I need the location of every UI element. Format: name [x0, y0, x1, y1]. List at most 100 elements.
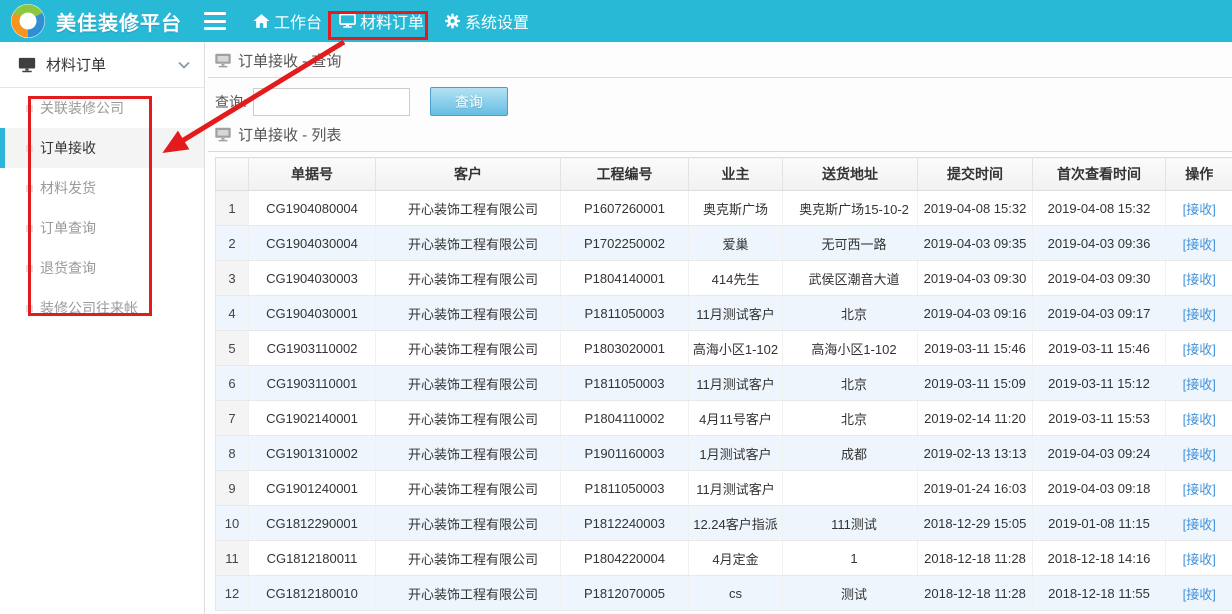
cell-first_view_time: 2019-04-08 15:32: [1033, 191, 1166, 226]
cell-customer: 开心装饰工程有限公司: [376, 261, 561, 296]
cell-submit_time: 2018-12-18 11:28: [918, 541, 1033, 576]
cell-no: 12: [216, 576, 249, 611]
receive-link[interactable]: [接收]: [1183, 377, 1216, 392]
cell-first_view_time: 2019-04-03 09:17: [1033, 296, 1166, 331]
nav-item-system-settings[interactable]: 系统设置: [444, 9, 529, 33]
nav-item-material-orders[interactable]: 材料订单: [339, 9, 424, 33]
cell-first_view_time: 2019-04-03 09:36: [1033, 226, 1166, 261]
page: 美佳装修平台 工作台 材料订单: [0, 0, 1232, 614]
receive-link[interactable]: [接收]: [1183, 587, 1216, 602]
cell-project_no: P1702250002: [561, 226, 689, 261]
nav-item-workbench[interactable]: 工作台: [253, 9, 322, 33]
sidebar-item-related-companies[interactable]: 关联装修公司: [0, 88, 204, 128]
table-body: 1CG1904080004开心装饰工程有限公司P1607260001奥克斯广场奥…: [216, 191, 1232, 611]
sidebar-group-label: 材料订单: [46, 54, 178, 75]
cell-no: 2: [216, 226, 249, 261]
cell-project_no: P1812240003: [561, 506, 689, 541]
query-button[interactable]: 查询: [430, 87, 508, 116]
receive-link[interactable]: [接收]: [1183, 202, 1216, 217]
sidebar-item-label: 订单接收: [40, 140, 96, 156]
cell-action: [接收]: [1166, 541, 1232, 576]
section-header-list: 订单接收 - 列表: [208, 124, 1232, 152]
cell-owner: cs: [689, 576, 783, 611]
cell-project_no: P1812070005: [561, 576, 689, 611]
cell-no: 4: [216, 296, 249, 331]
query-input[interactable]: [253, 88, 410, 116]
receive-link[interactable]: [接收]: [1183, 272, 1216, 287]
cell-customer: 开心装饰工程有限公司: [376, 296, 561, 331]
cell-doc_no: CG1904030004: [249, 226, 376, 261]
sidebar-item-return-query[interactable]: 退货查询: [0, 248, 204, 288]
bullet-icon: [26, 185, 33, 192]
cell-address: 武侯区潮音大道: [783, 261, 918, 296]
cell-project_no: P1803020001: [561, 331, 689, 366]
cell-address: 111测试: [783, 506, 918, 541]
cell-action: [接收]: [1166, 576, 1232, 611]
cell-project_no: P1804220004: [561, 541, 689, 576]
cell-action: [接收]: [1166, 366, 1232, 401]
cell-no: 5: [216, 331, 249, 366]
table-row: 5CG1903110002开心装饰工程有限公司P1803020001高海小区1-…: [216, 331, 1232, 366]
sidebar-item-order-receive[interactable]: 订单接收: [0, 128, 204, 168]
receive-link[interactable]: [接收]: [1183, 237, 1216, 252]
cell-action: [接收]: [1166, 261, 1232, 296]
cell-owner: 奥克斯广场: [689, 191, 783, 226]
brand-logo-icon: [10, 3, 46, 39]
cell-owner: 12.24客户指派: [689, 506, 783, 541]
cell-doc_no: CG1812290001: [249, 506, 376, 541]
nav-label: 材料订单: [360, 9, 424, 33]
table-header-row: 单据号客户工程编号业主送货地址提交时间首次查看时间操作: [216, 158, 1232, 191]
hamburger-menu-icon[interactable]: [204, 12, 226, 30]
receive-link[interactable]: [接收]: [1183, 517, 1216, 532]
cell-address: 北京: [783, 366, 918, 401]
column-header: 业主: [689, 158, 783, 191]
column-header: 操作: [1166, 158, 1232, 191]
sidebar-item-material-shipping[interactable]: 材料发货: [0, 168, 204, 208]
receive-link[interactable]: [接收]: [1183, 342, 1216, 357]
cell-address: 测试: [783, 576, 918, 611]
cell-project_no: P1811050003: [561, 366, 689, 401]
cell-doc_no: CG1904030001: [249, 296, 376, 331]
cell-first_view_time: 2019-04-03 09:24: [1033, 436, 1166, 471]
cell-address: [783, 471, 918, 506]
column-header: 送货地址: [783, 158, 918, 191]
sidebar-group-material-orders[interactable]: 材料订单: [0, 42, 204, 88]
column-header: 首次查看时间: [1033, 158, 1166, 191]
sidebar-item-company-accounts[interactable]: 装修公司往来帐: [0, 288, 204, 328]
cell-customer: 开心装饰工程有限公司: [376, 471, 561, 506]
receive-link[interactable]: [接收]: [1183, 307, 1216, 322]
cell-action: [接收]: [1166, 401, 1232, 436]
monitor-icon: [339, 13, 356, 29]
cell-submit_time: 2019-04-03 09:16: [918, 296, 1033, 331]
cell-project_no: P1811050003: [561, 471, 689, 506]
table-row: 2CG1904030004开心装饰工程有限公司P1702250002爱巢无可西一…: [216, 226, 1232, 261]
cell-customer: 开心装饰工程有限公司: [376, 576, 561, 611]
cell-customer: 开心装饰工程有限公司: [376, 366, 561, 401]
sidebar-item-order-query[interactable]: 订单查询: [0, 208, 204, 248]
cell-customer: 开心装饰工程有限公司: [376, 401, 561, 436]
table-row: 11CG1812180011开心装饰工程有限公司P18042200044月定金1…: [216, 541, 1232, 576]
cell-first_view_time: 2018-12-18 11:55: [1033, 576, 1166, 611]
top-navigation: 工作台 材料订单: [253, 9, 529, 33]
table-row: 4CG1904030001开心装饰工程有限公司P181105000311月测试客…: [216, 296, 1232, 331]
cell-doc_no: CG1812180011: [249, 541, 376, 576]
receive-link[interactable]: [接收]: [1183, 447, 1216, 462]
cell-no: 10: [216, 506, 249, 541]
receive-link[interactable]: [接收]: [1183, 552, 1216, 567]
cell-first_view_time: 2019-03-11 15:12: [1033, 366, 1166, 401]
cell-doc_no: CG1902140001: [249, 401, 376, 436]
table-row: 1CG1904080004开心装饰工程有限公司P1607260001奥克斯广场奥…: [216, 191, 1232, 226]
orders-table: 单据号客户工程编号业主送货地址提交时间首次查看时间操作 1CG190408000…: [215, 157, 1232, 611]
column-header: [216, 158, 249, 191]
cell-submit_time: 2019-03-11 15:09: [918, 366, 1033, 401]
table-row: 10CG1812290001开心装饰工程有限公司P181224000312.24…: [216, 506, 1232, 541]
cell-action: [接收]: [1166, 296, 1232, 331]
chevron-down-icon: [178, 61, 190, 69]
cell-project_no: P1804140001: [561, 261, 689, 296]
table-row: 3CG1904030003开心装饰工程有限公司P1804140001414先生武…: [216, 261, 1232, 296]
brand-title: 美佳装修平台: [56, 7, 182, 36]
receive-link[interactable]: [接收]: [1183, 482, 1216, 497]
cell-first_view_time: 2019-04-03 09:18: [1033, 471, 1166, 506]
receive-link[interactable]: [接收]: [1183, 412, 1216, 427]
table-row: 7CG1902140001开心装饰工程有限公司P18041100024月11号客…: [216, 401, 1232, 436]
